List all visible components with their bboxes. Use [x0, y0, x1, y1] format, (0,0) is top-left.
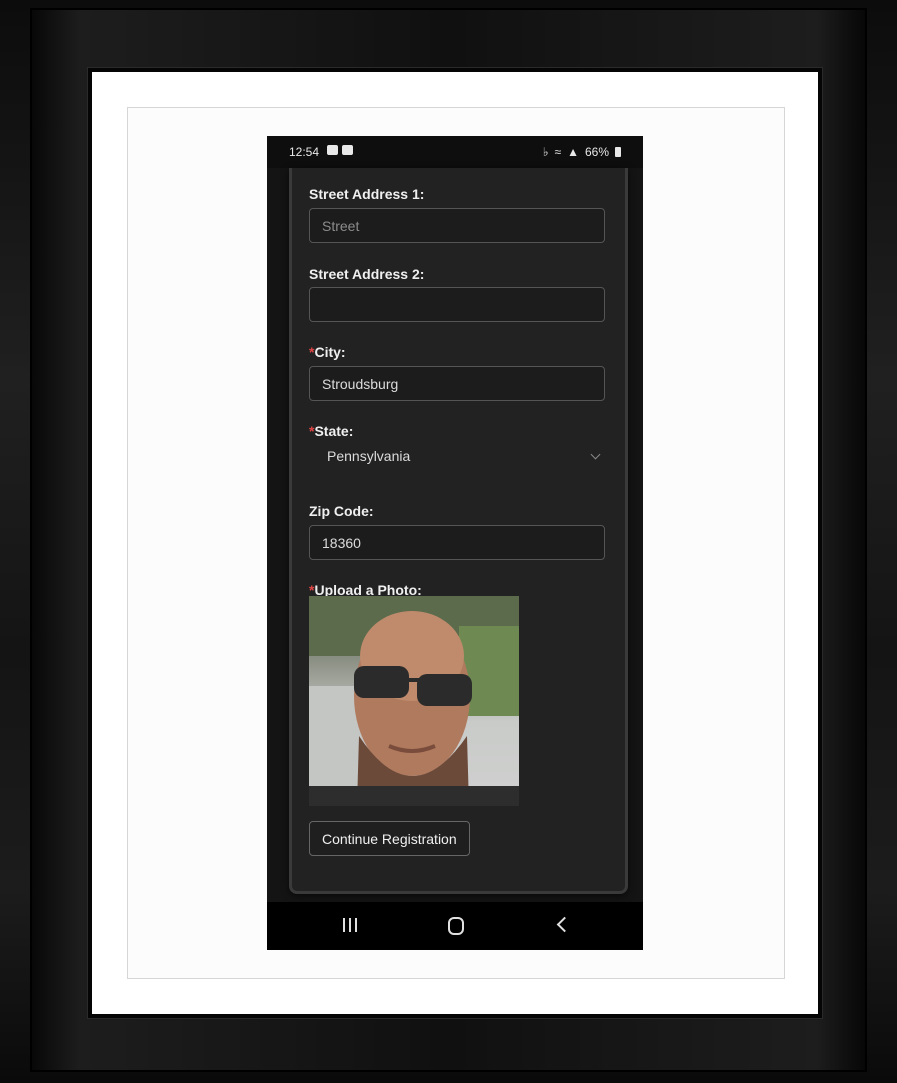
city-label: *City:	[309, 344, 346, 360]
street1-label: Street Address 1:	[309, 186, 425, 202]
phone-screen: 12:54 ♭ ≈ ▲ 66% Street Address 1: Street…	[267, 136, 643, 950]
mute-icon: ♭	[542, 145, 549, 159]
continue-registration-button[interactable]: Continue Registration	[309, 821, 470, 856]
wifi-icon: ≈	[554, 145, 562, 159]
state-selected-value: Pennsylvania	[327, 448, 411, 464]
registration-form: Street Address 1: Street Address 2: *Cit…	[289, 168, 628, 894]
zip-label: Zip Code:	[309, 503, 374, 519]
portrait-image	[309, 596, 519, 806]
battery-icon	[615, 147, 621, 157]
android-nav-bar	[267, 902, 643, 950]
status-time: 12:54	[289, 145, 320, 159]
state-select[interactable]: Pennsylvania	[309, 443, 605, 471]
street2-label: Street Address 2:	[309, 266, 425, 282]
city-input[interactable]	[309, 366, 605, 401]
signal-icon: ▲	[567, 145, 579, 159]
back-icon[interactable]	[556, 916, 573, 933]
state-label-text: State:	[314, 423, 354, 439]
youtube-icon	[342, 145, 353, 155]
status-notification-icons	[327, 145, 353, 155]
gallery-icon	[327, 145, 338, 155]
street2-input[interactable]	[309, 287, 605, 322]
chevron-down-icon	[590, 449, 601, 460]
status-right: ♭ ≈ ▲ 66%	[543, 145, 621, 159]
street1-input[interactable]	[309, 208, 605, 243]
battery-level: 66%	[584, 145, 609, 159]
home-icon[interactable]	[448, 917, 464, 935]
zip-input[interactable]	[309, 525, 605, 560]
state-label: *State:	[309, 423, 353, 439]
uploaded-photo[interactable]	[309, 596, 519, 806]
recent-apps-icon[interactable]	[343, 918, 357, 932]
status-bar: 12:54 ♭ ≈ ▲ 66%	[267, 136, 643, 168]
city-label-text: City:	[314, 344, 346, 360]
